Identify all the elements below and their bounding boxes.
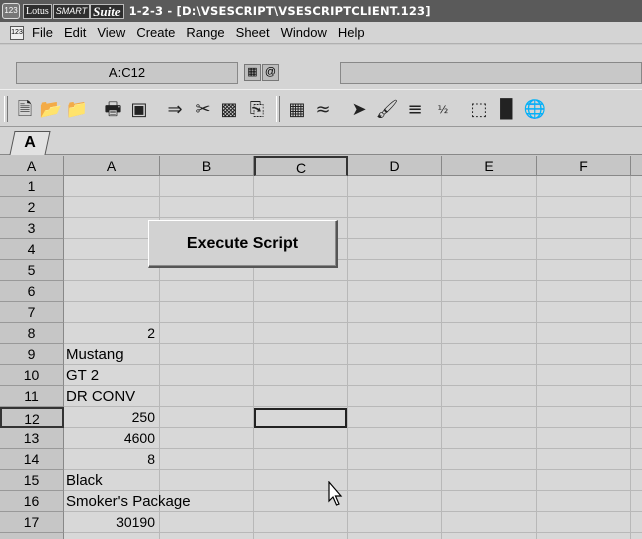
menu-bar: 123 File Edit View Create Range Sheet Wi… — [0, 22, 642, 44]
column-header-c[interactable]: C — [254, 156, 348, 176]
at-function-icon[interactable]: @ — [262, 64, 279, 81]
column-header-f[interactable]: F — [537, 156, 631, 176]
cell-a17[interactable]: 30190 — [64, 512, 155, 533]
paste-icon[interactable]: ⎘ — [244, 98, 270, 122]
copy-icon[interactable]: ▩ — [216, 98, 242, 122]
row-header-11[interactable]: 11 — [0, 386, 64, 407]
row-header-10[interactable]: 10 — [0, 365, 64, 386]
lotus-logo: Lotus — [23, 3, 52, 19]
suite-logo: Suite — [90, 3, 124, 19]
cell-a14[interactable]: 8 — [64, 449, 155, 470]
gridline — [64, 385, 642, 386]
cell-contents-field[interactable] — [340, 62, 642, 84]
column-header-g[interactable] — [631, 156, 642, 176]
new-document-icon[interactable]: 🗎 — [12, 98, 38, 122]
cell-pointer-c12[interactable] — [254, 408, 347, 428]
menu-sheet[interactable]: Sheet — [236, 25, 270, 40]
sum-icon[interactable]: ▦ — [284, 98, 310, 122]
sheet-corner[interactable]: A — [0, 156, 64, 176]
undo-icon[interactable]: ⇒ — [162, 98, 188, 122]
fraction-icon[interactable]: ½ — [430, 98, 456, 122]
print-preview-icon[interactable]: ▣ — [126, 98, 152, 122]
cell-a12[interactable]: 250 — [64, 407, 155, 428]
worksheet-grid[interactable]: A A B C D E F 1 2 3 4 5 6 7 8 9 10 11 12… — [0, 156, 642, 539]
column-header-d[interactable]: D — [348, 156, 442, 176]
save-icon[interactable]: 📁 — [64, 98, 90, 122]
gridline — [536, 176, 537, 539]
column-header-b[interactable]: B — [160, 156, 254, 176]
cell-a13[interactable]: 4600 — [64, 428, 155, 449]
row-header-7[interactable]: 7 — [0, 302, 64, 323]
smart-logo: SMART — [52, 3, 91, 19]
gridline — [64, 217, 642, 218]
menu-create[interactable]: Create — [136, 25, 175, 40]
cell-a10[interactable]: GT 2 — [66, 365, 99, 386]
menu-edit[interactable]: Edit — [64, 25, 86, 40]
execute-script-button[interactable]: Execute Script — [148, 220, 338, 268]
menu-window[interactable]: Window — [281, 25, 327, 40]
gridline — [64, 196, 642, 197]
format-icon[interactable]: ≈ — [310, 98, 336, 122]
document-control-icon[interactable]: 123 — [10, 25, 24, 40]
menu-file[interactable]: File — [32, 25, 53, 40]
paint-format-icon[interactable]: 🖌 — [374, 98, 400, 122]
cell-a11[interactable]: DR CONV — [66, 386, 135, 407]
cell-a9[interactable]: Mustang — [66, 344, 124, 365]
arrow-right-icon[interactable]: ➤ — [346, 98, 372, 122]
sheet-tab-bar: A — [0, 127, 642, 155]
row-header-3[interactable]: 3 — [0, 218, 64, 239]
gridline — [64, 364, 642, 365]
toolbar-grip[interactable] — [4, 96, 8, 122]
row-header-4[interactable]: 4 — [0, 239, 64, 260]
row-header-17[interactable]: 17 — [0, 512, 64, 533]
gridline — [630, 176, 631, 539]
cut-icon[interactable]: ✂ — [190, 98, 216, 122]
column-header-e[interactable]: E — [442, 156, 537, 176]
row-header-5[interactable]: 5 — [0, 260, 64, 281]
cell-a8[interactable]: 2 — [64, 323, 155, 344]
open-file-icon[interactable]: 📂 — [38, 98, 64, 122]
row-header-13[interactable]: 13 — [0, 428, 64, 449]
row-header-12[interactable]: 12 — [0, 407, 64, 428]
select-icon[interactable]: ⬚ — [466, 98, 492, 122]
row-header-14[interactable]: 14 — [0, 449, 64, 470]
row-header-1[interactable]: 1 — [0, 176, 64, 197]
cell-a15[interactable]: Black — [66, 470, 103, 491]
gridline — [347, 176, 348, 539]
gridline — [441, 176, 442, 539]
row-header-9[interactable]: 9 — [0, 344, 64, 365]
smarticons-toolbar: 🗎 📂 📁 🖶 ▣ ⇒ ✂ ▩ ⎘ ▦ ≈ ➤ 🖌 ≡ ½ ⬚ ▉ 🌐 — [0, 89, 642, 127]
cell-a16[interactable]: Smoker's Package — [66, 491, 191, 512]
edit-line: A:C12 ▦ @ — [0, 45, 642, 89]
row-header-18[interactable] — [0, 533, 64, 539]
row-header-16[interactable]: 16 — [0, 491, 64, 512]
column-header-a[interactable]: A — [64, 156, 160, 176]
lotus-123-app-icon[interactable]: 123 — [2, 3, 20, 19]
row-header-6[interactable]: 6 — [0, 281, 64, 302]
toolbar-separator — [276, 96, 280, 122]
row-header-15[interactable]: 15 — [0, 470, 64, 491]
gridline — [64, 301, 642, 302]
cell-address-box[interactable]: A:C12 — [16, 62, 238, 84]
print-icon[interactable]: 🖶 — [100, 98, 126, 122]
menu-range[interactable]: Range — [186, 25, 224, 40]
navigator-icon[interactable]: ▦ — [244, 64, 261, 81]
mouse-pointer-icon — [328, 481, 343, 506]
bar-chart-icon[interactable]: ▉ — [494, 98, 520, 122]
window-title: 1-2-3 - [D:\VSESCRIPT\VSESCRIPTCLIENT.12… — [128, 4, 431, 18]
row-header-8[interactable]: 8 — [0, 323, 64, 344]
align-icon[interactable]: ≡ — [402, 98, 428, 122]
gridline — [64, 280, 642, 281]
sheet-tab-a[interactable]: A — [9, 131, 51, 155]
menu-view[interactable]: View — [97, 25, 125, 40]
sheet-tab-label: A — [24, 134, 36, 151]
title-bar: 123 Lotus SMART Suite 1-2-3 - [D:\VSESCR… — [0, 0, 642, 22]
menu-help[interactable]: Help — [338, 25, 365, 40]
row-header-2[interactable]: 2 — [0, 197, 64, 218]
globe-icon[interactable]: 🌐 — [522, 98, 548, 122]
